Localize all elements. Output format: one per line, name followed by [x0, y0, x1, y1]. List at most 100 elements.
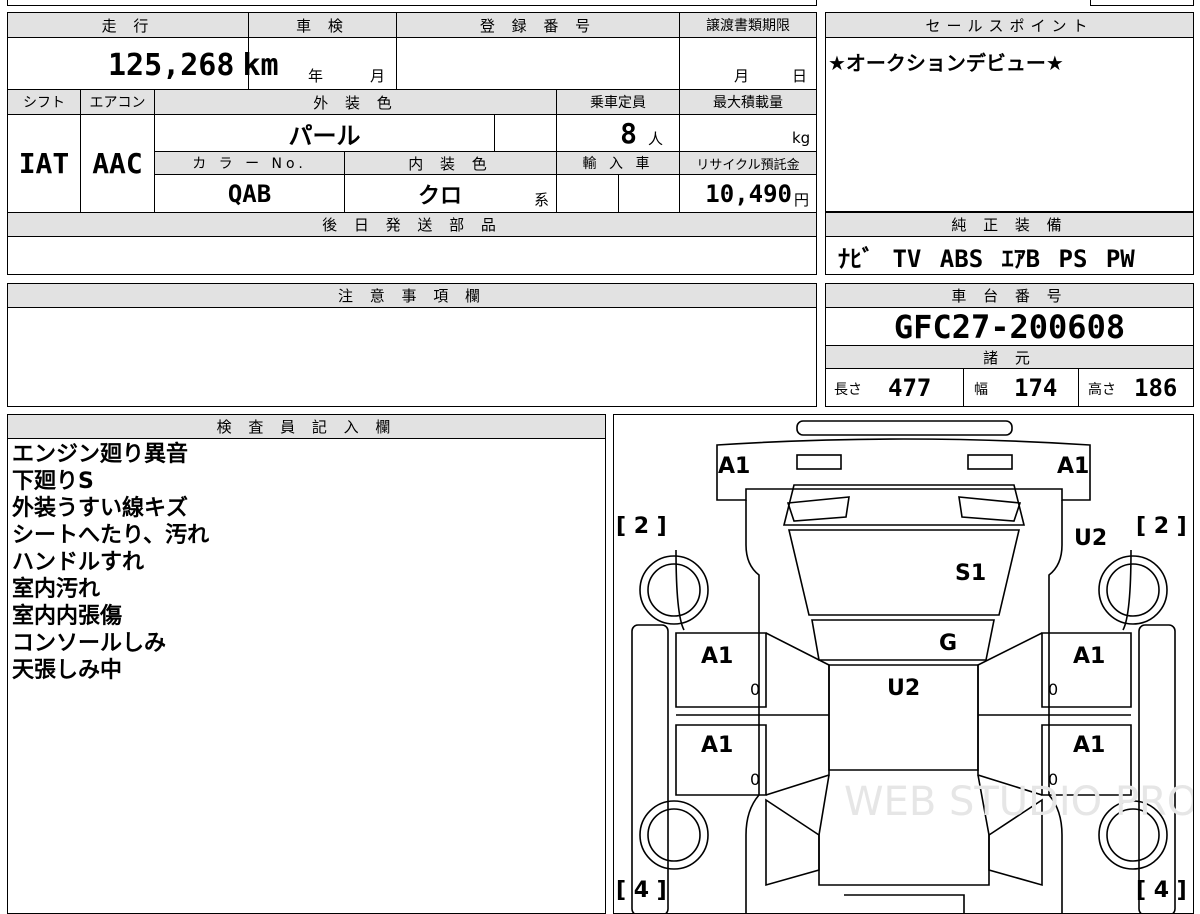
chassis-number: GFC27-200608 — [893, 308, 1126, 346]
capacity-value: 8 — [620, 116, 637, 150]
wheel-front-right-inner — [1106, 563, 1160, 617]
divider — [8, 236, 816, 237]
num-door-front-left: 0 — [750, 680, 760, 699]
later-parts-label: 後 日 発 送 部 品 — [8, 213, 816, 236]
inspection-label: 車 検 — [249, 13, 396, 37]
mileage-unit: km — [242, 47, 279, 83]
mileage-label: 走 行 — [8, 13, 248, 37]
mark-door-rear-left: A1 — [701, 733, 733, 758]
inspection-month: 月 — [370, 66, 386, 85]
mileage-value: 125,268 km — [108, 43, 279, 87]
max-load-unit: kg — [792, 129, 811, 147]
sales-point-box: セールスポイント ★オークションデビュー★ — [825, 12, 1194, 212]
height-label: 高さ — [1088, 382, 1116, 398]
note-line: シートへたり、汚れ — [12, 523, 210, 548]
divider — [826, 368, 1193, 369]
note-line: 下廻りS — [12, 469, 94, 494]
wheel-rear-left-inner — [647, 808, 701, 862]
inspector-box: 検 査 員 記 入 欄 エンジン廻り異音 下廻りS 外装うすい線キズ シートへた… — [7, 414, 606, 914]
divider — [618, 174, 619, 212]
capacity-unit: 人 — [648, 129, 664, 148]
top-strip — [7, 0, 817, 6]
divider — [963, 368, 964, 406]
length-value: 477 — [888, 374, 932, 402]
interior-color-value: クロ — [417, 183, 462, 209]
chassis-label: 車 台 番 号 — [826, 284, 1193, 308]
mark-front-left: A1 — [718, 454, 750, 479]
equipment-box: 純 正 装 備 ﾅﾋﾞ TV ABS ｴｱB PS PW — [825, 212, 1194, 275]
caution-label: 注 意 事 項 欄 — [8, 284, 816, 308]
specs-label: 諸 元 — [826, 346, 1193, 368]
transfer-deadline-label: 譲渡書類期限 — [680, 13, 816, 37]
front-body — [716, 438, 1091, 501]
interior-color-label: 内 装 色 — [345, 152, 556, 174]
headlight-left — [796, 454, 842, 470]
exterior-color-label: 外 装 色 — [155, 90, 556, 114]
note-line: エンジン廻り異音 — [12, 442, 189, 467]
equipment-items: ﾅﾋﾞ TV ABS ｴｱB PS PW — [838, 244, 1135, 273]
transfer-day: 日 — [792, 66, 808, 85]
note-line: 室内汚れ — [12, 577, 101, 602]
rear-bumper — [844, 894, 965, 913]
wheel-front-left-inner — [647, 563, 701, 617]
divider — [1078, 368, 1079, 406]
tire-tread-rear-right: [ 4 ] — [1136, 878, 1187, 903]
color-number-value: QAB — [227, 179, 272, 208]
mirror-left — [786, 496, 850, 522]
caution-box: 注 意 事 項 欄 — [7, 283, 817, 407]
tire-tread-front-left: [ 2 ] — [616, 514, 667, 539]
vehicle-info-table: 走 行 車 検 登 録 番 号 譲渡書類期限 125,268 km 年 月 月 … — [7, 12, 817, 275]
car-diagram: WEB STUDIO PRO A1 A1 U2 S1 G U2 A1 A1 A1… — [616, 420, 1193, 913]
fender-left — [675, 549, 685, 631]
inspector-notes: エンジン廻り異音 下廻りS 外装うすい線キズ シートへたり、汚れ ハンドルすれ … — [12, 441, 209, 684]
aircon-label: エアコン — [81, 90, 154, 114]
width-value: 174 — [1014, 374, 1058, 402]
registration-label: 登 録 番 号 — [397, 13, 679, 37]
recycle-fee-value: 10,490 — [705, 179, 792, 208]
note-line: 室内内張傷 — [12, 604, 123, 629]
import-label: 輸 入 車 — [557, 152, 679, 174]
color-number-label: カ ラ ー No. — [155, 152, 344, 174]
width-label: 幅 — [974, 382, 988, 398]
pillar-left — [765, 632, 830, 796]
mark-door-front-left: A1 — [701, 644, 733, 669]
tire-tread-front-right: [ 2 ] — [1136, 514, 1187, 539]
tire-tread-rear-left: [ 4 ] — [616, 878, 667, 903]
top-strip-right — [1090, 0, 1194, 6]
shift-value: IAT — [18, 147, 70, 180]
recycle-fee-label: リサイクル預託金 — [680, 152, 816, 174]
mirror-right — [958, 496, 1022, 522]
headlight-right — [967, 454, 1013, 470]
note-line: コンソールしみ — [12, 631, 167, 656]
sales-point-text: ★オークションデビュー★ — [828, 50, 1064, 75]
length-label: 長さ — [834, 382, 862, 398]
mark-floor: U2 — [887, 676, 920, 701]
exterior-color-value: パール — [288, 121, 361, 150]
mark-door-front-right: A1 — [1073, 644, 1105, 669]
height-value: 186 — [1134, 374, 1178, 402]
num-door-front-right: 0 — [1048, 680, 1058, 699]
mark-door-rear-right: A1 — [1073, 733, 1105, 758]
mark-seat: S1 — [955, 561, 986, 586]
num-door-rear-right: 0 — [1048, 770, 1058, 789]
mark-fender-right: U2 — [1074, 526, 1107, 551]
quarter-left — [765, 798, 820, 887]
note-line: 外装うすい線キズ — [12, 496, 189, 521]
chassis-box: 車 台 番 号 GFC27-200608 諸 元 長さ 477 幅 174 高さ… — [825, 283, 1194, 407]
fender-right — [1122, 549, 1132, 631]
wheel-front-left — [639, 555, 709, 625]
front-bumper — [796, 420, 1013, 436]
capacity-label: 乗車定員 — [557, 90, 679, 114]
num-door-rear-left: 0 — [750, 770, 760, 789]
inspector-label: 検 査 員 記 入 欄 — [8, 415, 605, 439]
sill-right — [1138, 624, 1176, 913]
watermark: WEB STUDIO PRO — [844, 779, 1193, 825]
mileage-number: 125,268 — [108, 47, 235, 83]
divider — [494, 114, 495, 151]
rear-glass — [811, 619, 995, 661]
mark-front-right: A1 — [1057, 454, 1089, 479]
sales-point-label: セールスポイント — [826, 13, 1193, 38]
shift-label: シフト — [8, 90, 80, 114]
inspection-year: 年 — [308, 66, 324, 85]
interior-color-unit: 系 — [534, 190, 550, 209]
